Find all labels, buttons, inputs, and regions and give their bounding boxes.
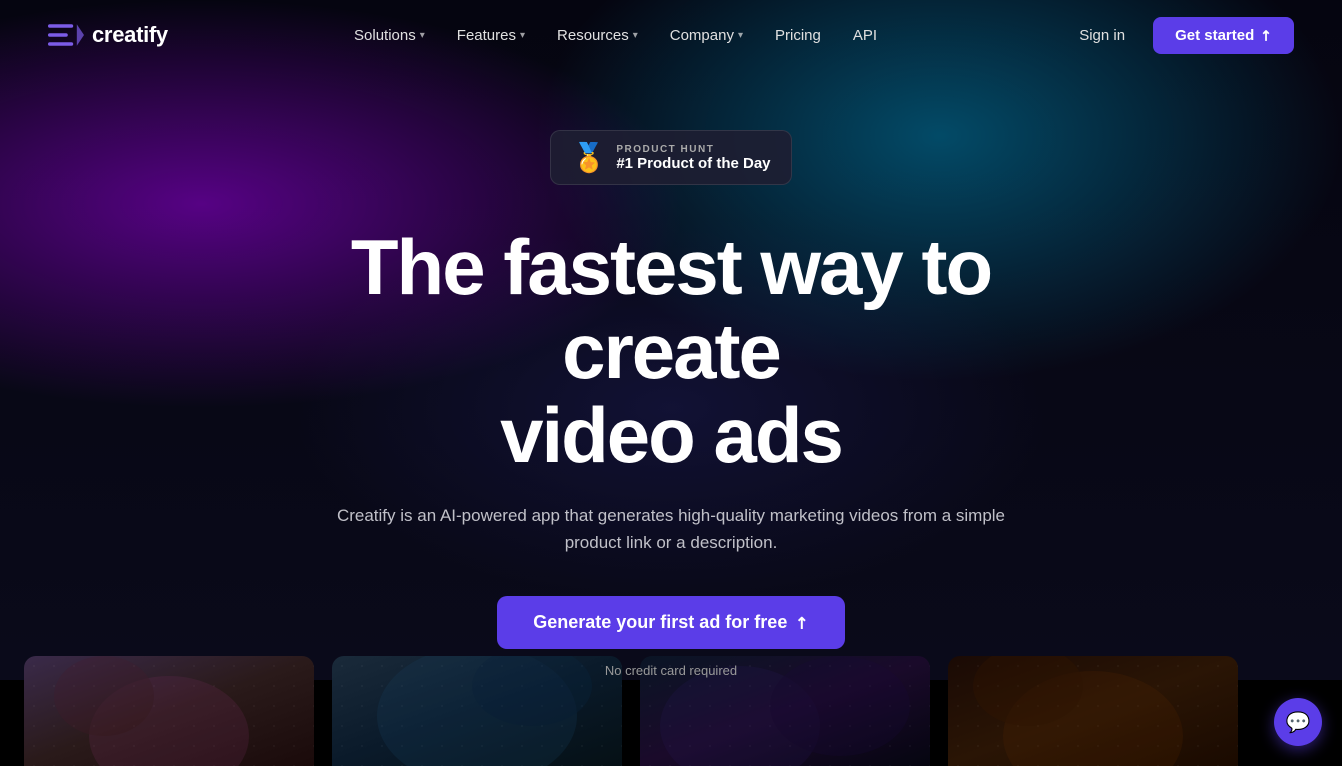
chevron-down-icon: ▾ [633,30,638,41]
nav-company[interactable]: Company ▾ [656,19,757,52]
product-hunt-badge: 🏅 PRODUCT HUNT #1 Product of the Day [550,130,791,185]
nav-solutions[interactable]: Solutions ▾ [340,19,439,52]
arrow-icon: ↗ [1256,25,1276,45]
logo[interactable]: creatify [48,20,168,50]
medal-icon: 🏅 [571,141,606,174]
nav-resources[interactable]: Resources ▾ [543,19,652,52]
chat-button[interactable]: 💬 [1274,698,1322,746]
chevron-down-icon: ▾ [520,30,525,41]
nav-features[interactable]: Features ▾ [443,19,539,52]
logo-icon [48,20,84,50]
cta-button[interactable]: Generate your first ad for free ↗ [497,596,844,649]
logo-text: creatify [92,22,168,48]
nav-links: Solutions ▾ Features ▾ Resources ▾ Compa… [340,19,891,52]
get-started-button[interactable]: Get started ↗ [1153,17,1294,54]
chat-icon: 💬 [1286,710,1311,735]
nav-actions: Sign in Get started ↗ [1063,17,1294,54]
nav-api[interactable]: API [839,19,891,52]
sign-in-button[interactable]: Sign in [1063,19,1141,52]
chevron-down-icon: ▾ [420,30,425,41]
badge-text: PRODUCT HUNT #1 Product of the Day [616,144,770,172]
hero-headline: The fastest way to create video ads [241,225,1101,478]
hero-subtext: Creatify is an AI-powered app that gener… [321,502,1021,556]
hero-section: 🏅 PRODUCT HUNT #1 Product of the Day The… [0,70,1342,728]
no-credit-card-text: No credit card required [605,663,737,678]
nav-pricing[interactable]: Pricing [761,19,835,52]
arrow-icon: ↗ [790,611,814,635]
chevron-down-icon: ▾ [738,30,743,41]
navigation: creatify Solutions ▾ Features ▾ Resource… [0,0,1342,70]
